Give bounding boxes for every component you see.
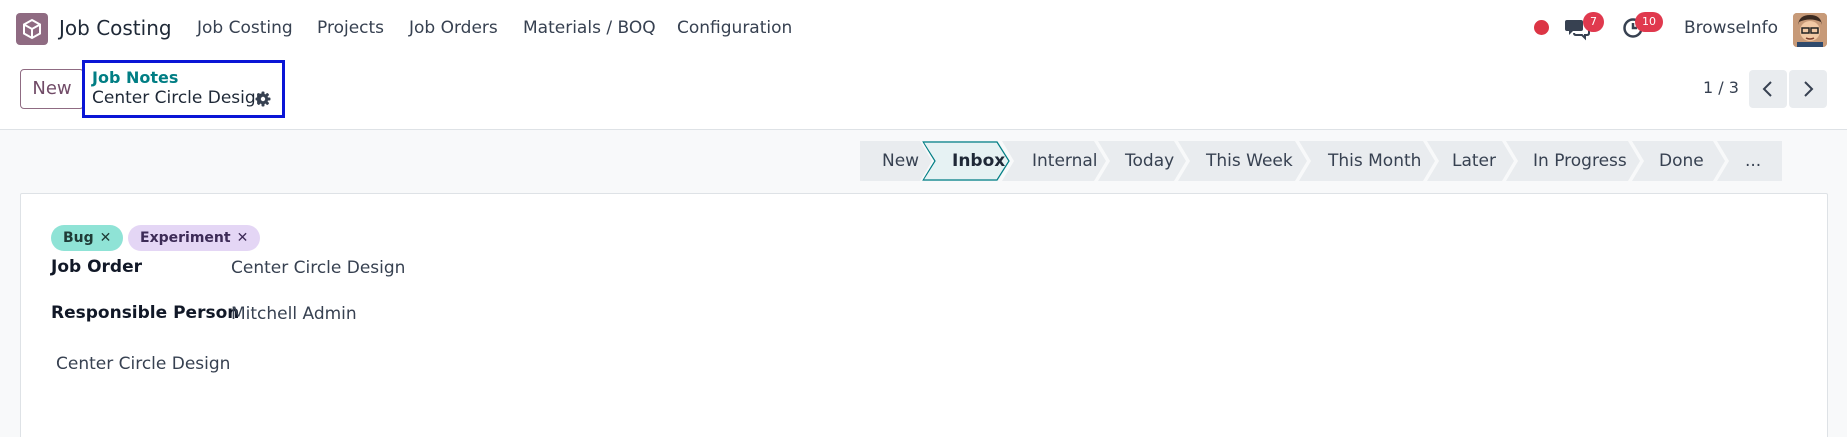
activities-badge: 10	[1635, 12, 1663, 32]
tag-bug: Bug ✕	[51, 225, 124, 251]
app-logo-icon[interactable]	[16, 13, 48, 45]
breadcrumb: Job Notes Center Circle Design	[82, 60, 285, 118]
chevron-left-icon	[1762, 81, 1772, 97]
pager-value[interactable]: 1 / 3	[1703, 78, 1739, 97]
menu-item-job-costing[interactable]: Job Costing	[197, 18, 293, 38]
control-panel: New Job Notes Center Circle Design 1 / 3	[0, 57, 1847, 130]
responsible-person-field[interactable]: Mitchell Admin	[231, 304, 357, 324]
pager-next-button[interactable]	[1789, 70, 1827, 108]
breadcrumb-parent-link[interactable]: Job Notes	[92, 68, 178, 87]
menu-item-projects[interactable]: Projects	[317, 18, 384, 38]
breadcrumb-current-record: Center Circle Design	[92, 88, 267, 108]
stage-today[interactable]: Today	[1098, 141, 1186, 181]
stage-statusbar: New Inbox Internal Today This Week This …	[860, 141, 1782, 181]
stage-later[interactable]: Later	[1427, 141, 1514, 181]
menu-item-configuration[interactable]: Configuration	[677, 18, 792, 38]
chevron-right-icon	[1804, 81, 1814, 97]
tag-bug-label: Bug	[63, 230, 94, 246]
stage-this-week[interactable]: This Week	[1178, 141, 1307, 181]
stage-internal[interactable]: Internal	[1002, 141, 1106, 181]
avatar[interactable]	[1793, 13, 1827, 47]
note-body[interactable]: Center Circle Design	[56, 354, 230, 374]
responsible-person-label: Responsible Person	[51, 303, 240, 323]
stage-this-month[interactable]: This Month	[1299, 141, 1435, 181]
remove-icon[interactable]: ✕	[237, 230, 249, 246]
tag-experiment-label: Experiment	[140, 230, 231, 246]
tag-experiment: Experiment ✕	[128, 225, 261, 251]
status-dot[interactable]	[1534, 20, 1549, 35]
form-sheet: Bug ✕ Experiment ✕ Job Order Center Circle…	[20, 193, 1828, 437]
new-button[interactable]: New	[20, 69, 84, 109]
top-navbar: Job Costing Job Costing Projects Job Ord…	[0, 0, 1847, 57]
menu-item-materials-boq[interactable]: Materials / BOQ	[523, 18, 656, 38]
stage-done[interactable]: Done	[1632, 141, 1725, 181]
stage-in-progress[interactable]: In Progress	[1506, 141, 1640, 181]
remove-icon[interactable]: ✕	[100, 230, 112, 246]
app-name[interactable]: Job Costing	[59, 16, 172, 40]
company-switcher[interactable]: BrowseInfo	[1684, 18, 1778, 38]
gear-icon[interactable]	[255, 91, 271, 111]
stage-inbox[interactable]: Inbox	[922, 141, 1010, 181]
messages-badge: 7	[1583, 12, 1604, 32]
job-order-field[interactable]: Center Circle Design	[231, 258, 405, 278]
menu-item-job-orders[interactable]: Job Orders	[409, 18, 498, 38]
stage-inbox-label: Inbox	[952, 151, 1006, 171]
stage-more-button[interactable]: ...	[1717, 141, 1782, 181]
job-order-label: Job Order	[51, 257, 143, 277]
pager-previous-button[interactable]	[1749, 70, 1787, 108]
stage-new[interactable]: New	[860, 141, 932, 181]
